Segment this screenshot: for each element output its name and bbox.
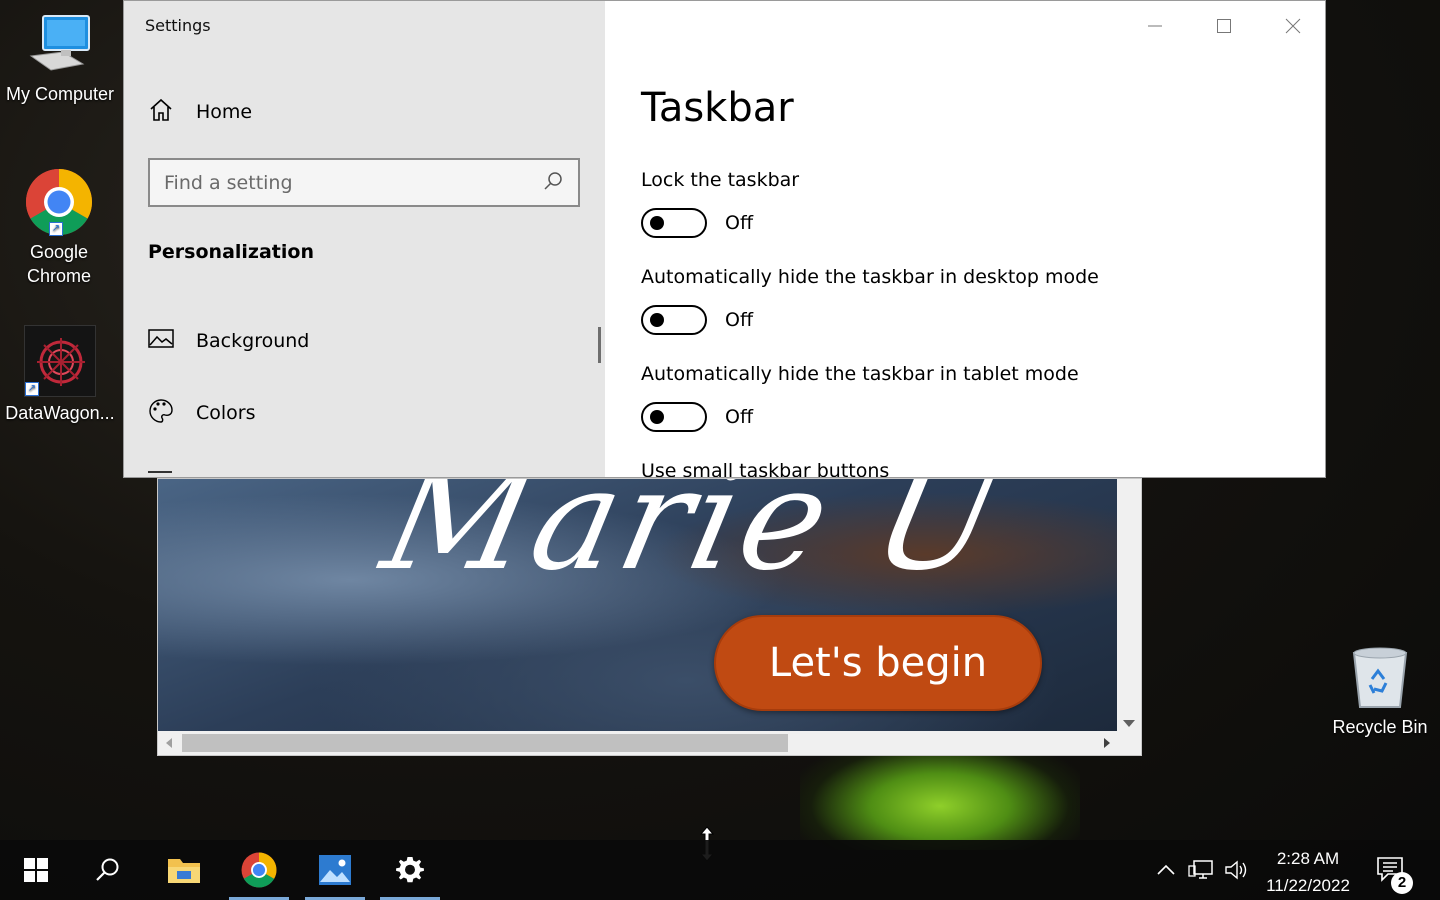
nav-scroll-indicator	[598, 327, 601, 363]
taskbar-search-button[interactable]	[78, 840, 138, 900]
settings-nav-pane: Settings Home Find a setting Personaliza…	[124, 1, 605, 477]
nav-item-partial[interactable]	[148, 471, 172, 477]
picture-icon	[148, 328, 174, 355]
scroll-left-arrow-icon[interactable]	[166, 738, 172, 748]
network-icon[interactable]	[1182, 859, 1220, 881]
close-button[interactable]	[1258, 1, 1325, 51]
taskbar-chrome[interactable]	[229, 840, 289, 900]
toggle-state: Off	[725, 309, 754, 331]
scroll-right-arrow-icon[interactable]	[1104, 738, 1110, 748]
autohide-tablet-toggle[interactable]	[641, 402, 707, 432]
palette-icon	[148, 398, 174, 429]
scroll-down-arrow-icon[interactable]	[1123, 720, 1135, 727]
horizontal-scroll-thumb[interactable]	[182, 734, 788, 752]
toggle-knob	[650, 410, 664, 424]
window-title: Settings	[145, 16, 211, 35]
setting-label-lock-taskbar: Lock the taskbar	[641, 169, 800, 191]
lets-begin-button[interactable]: Let's begin	[714, 615, 1042, 711]
desktop-icon-google-chrome[interactable]: ↗ Google Chrome	[0, 168, 118, 288]
search-placeholder: Find a setting	[164, 171, 293, 194]
datawagon-icon: ↗	[24, 325, 96, 397]
maximize-icon	[1216, 19, 1231, 33]
toggle-knob	[650, 313, 664, 327]
find-setting-search-input[interactable]: Find a setting	[148, 158, 580, 207]
toggle-row-autohide-desktop[interactable]: Off	[641, 305, 753, 335]
desktop-icon-label: Google Chrome	[26, 242, 92, 286]
desktop-icon-label: DataWagon...	[5, 403, 115, 423]
toggle-row-lock-taskbar[interactable]: Off	[641, 208, 753, 238]
settings-gear-icon	[396, 857, 424, 883]
horizontal-scrollbar[interactable]	[158, 731, 1118, 755]
volume-icon[interactable]	[1220, 859, 1254, 881]
shortcut-arrow-icon: ↗	[49, 222, 63, 236]
toggle-state: Off	[725, 406, 754, 428]
minimize-icon	[1147, 25, 1162, 27]
nav-home-label: Home	[196, 101, 253, 123]
taskbar-photos[interactable]	[305, 840, 365, 900]
clock-date: 11/22/2022	[1266, 876, 1350, 895]
start-button[interactable]	[6, 840, 66, 900]
desktop-icon-my-computer[interactable]: My Computer	[1, 12, 119, 106]
show-hidden-icons-chevron-icon[interactable]	[1150, 864, 1182, 876]
hero-artwork: Marie U Let's begin	[158, 479, 1118, 731]
hero-script-title: Marie U	[370, 478, 1018, 602]
close-icon	[1285, 18, 1300, 34]
autohide-desktop-toggle[interactable]	[641, 305, 707, 335]
settings-content-pane: Taskbar Lock the taskbar Off Automatical…	[605, 1, 1325, 478]
desktop-icon-label: My Computer	[5, 84, 115, 104]
maximize-button[interactable]	[1189, 1, 1258, 51]
desktop-icon-label: Recycle Bin	[1332, 717, 1428, 737]
taskbar-clock[interactable]: 2:28 AM 11/22/2022	[1256, 845, 1360, 899]
search-icon	[96, 858, 119, 881]
lock-taskbar-toggle[interactable]	[641, 208, 707, 238]
vertical-scrollbar[interactable]	[1117, 479, 1141, 731]
nav-item-background[interactable]: Background	[148, 326, 309, 356]
setting-label-autohide-desktop: Automatically hide the taskbar in deskto…	[641, 266, 1099, 288]
desktop-icon-datawagon[interactable]: ↗ DataWagon...	[1, 325, 119, 425]
computer-icon	[27, 12, 93, 78]
toggle-state: Off	[725, 212, 754, 234]
page-title: Taskbar	[641, 85, 794, 131]
wallpaper-tent-glow	[800, 740, 1080, 850]
minimize-button[interactable]	[1120, 1, 1189, 51]
search-icon[interactable]	[542, 170, 564, 196]
photos-icon	[319, 855, 351, 885]
nav-section-heading: Personalization	[148, 241, 314, 263]
start-icon	[24, 858, 48, 882]
toggle-knob	[650, 216, 664, 230]
chrome-icon: ↗	[25, 168, 93, 236]
nav-home[interactable]: Home	[148, 97, 252, 127]
chrome-icon	[241, 852, 277, 888]
settings-window: Settings Home Find a setting Personaliza…	[123, 0, 1326, 478]
setting-label-small-buttons: Use small taskbar buttons	[641, 460, 890, 478]
window-controls	[1120, 1, 1325, 51]
toggle-row-autohide-tablet[interactable]: Off	[641, 402, 753, 432]
clock-time: 2:28 AM	[1276, 849, 1340, 868]
setting-label-autohide-tablet: Automatically hide the taskbar in tablet…	[641, 363, 1079, 385]
nav-item-colors[interactable]: Colors	[148, 398, 256, 428]
file-explorer-icon	[168, 859, 200, 883]
background-browser-window[interactable]: Marie U Let's begin	[157, 478, 1142, 756]
system-tray	[1150, 840, 1254, 900]
notification-count-badge: 2	[1391, 872, 1413, 894]
taskbar-file-explorer[interactable]	[154, 840, 214, 900]
recycle-bin-icon	[1350, 645, 1410, 711]
taskbar: 2:28 AM 11/22/2022	[0, 840, 1440, 900]
home-icon	[148, 97, 174, 128]
nav-item-label: Colors	[196, 402, 256, 424]
desktop-icon-recycle-bin[interactable]: Recycle Bin	[1321, 645, 1439, 739]
shortcut-arrow-icon: ↗	[25, 382, 39, 396]
nav-item-label: Background	[196, 330, 310, 352]
taskbar-settings[interactable]	[380, 840, 440, 900]
